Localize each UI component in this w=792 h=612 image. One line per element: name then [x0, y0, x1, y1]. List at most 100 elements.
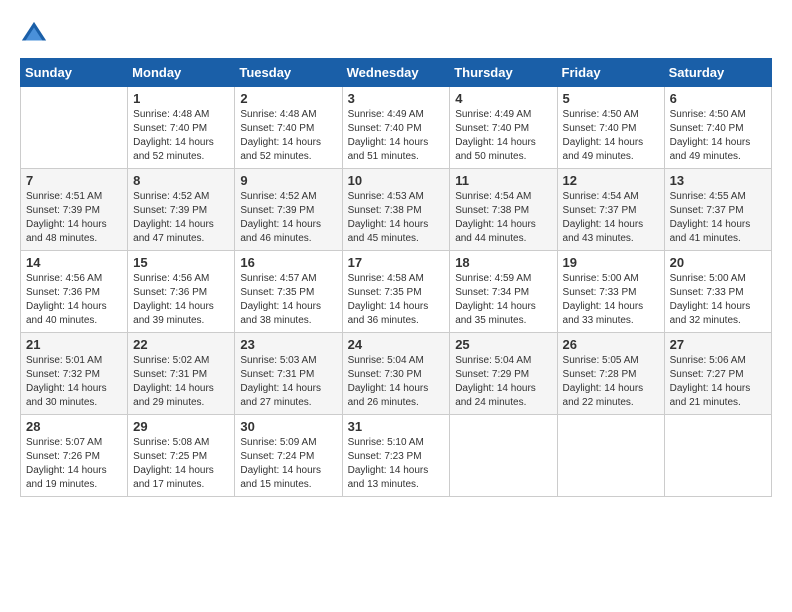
- day-info: Sunrise: 4:53 AMSunset: 7:38 PMDaylight:…: [348, 190, 445, 246]
- calendar-week-1: 1 Sunrise: 4:48 AMSunset: 7:40 PMDayligh…: [21, 87, 772, 169]
- day-number: 28: [26, 419, 122, 434]
- day-number: 16: [240, 255, 336, 270]
- day-number: 13: [670, 173, 766, 188]
- logo-icon: [20, 20, 48, 48]
- day-number: 12: [563, 173, 659, 188]
- calendar-cell: 18 Sunrise: 4:59 AMSunset: 7:34 PMDaylig…: [450, 251, 557, 333]
- day-info: Sunrise: 5:06 AMSunset: 7:27 PMDaylight:…: [670, 354, 766, 410]
- day-info: Sunrise: 5:04 AMSunset: 7:29 PMDaylight:…: [455, 354, 551, 410]
- calendar-cell: 19 Sunrise: 5:00 AMSunset: 7:33 PMDaylig…: [557, 251, 664, 333]
- day-number: 5: [563, 91, 659, 106]
- calendar-cell: 31 Sunrise: 5:10 AMSunset: 7:23 PMDaylig…: [342, 415, 450, 497]
- calendar-cell: 27 Sunrise: 5:06 AMSunset: 7:27 PMDaylig…: [664, 333, 771, 415]
- day-number: 3: [348, 91, 445, 106]
- calendar-cell: 11 Sunrise: 4:54 AMSunset: 7:38 PMDaylig…: [450, 169, 557, 251]
- day-info: Sunrise: 4:48 AMSunset: 7:40 PMDaylight:…: [240, 108, 336, 164]
- day-number: 15: [133, 255, 229, 270]
- day-info: Sunrise: 5:00 AMSunset: 7:33 PMDaylight:…: [670, 272, 766, 328]
- day-number: 25: [455, 337, 551, 352]
- calendar-cell: 10 Sunrise: 4:53 AMSunset: 7:38 PMDaylig…: [342, 169, 450, 251]
- day-info: Sunrise: 4:55 AMSunset: 7:37 PMDaylight:…: [670, 190, 766, 246]
- calendar-cell: 21 Sunrise: 5:01 AMSunset: 7:32 PMDaylig…: [21, 333, 128, 415]
- day-info: Sunrise: 4:49 AMSunset: 7:40 PMDaylight:…: [455, 108, 551, 164]
- day-number: 20: [670, 255, 766, 270]
- calendar-week-5: 28 Sunrise: 5:07 AMSunset: 7:26 PMDaylig…: [21, 415, 772, 497]
- calendar-cell: 12 Sunrise: 4:54 AMSunset: 7:37 PMDaylig…: [557, 169, 664, 251]
- day-number: 9: [240, 173, 336, 188]
- page-header: [20, 20, 772, 48]
- logo: [20, 20, 52, 48]
- calendar-cell: 17 Sunrise: 4:58 AMSunset: 7:35 PMDaylig…: [342, 251, 450, 333]
- day-info: Sunrise: 5:09 AMSunset: 7:24 PMDaylight:…: [240, 436, 336, 492]
- weekday-header-thursday: Thursday: [450, 59, 557, 87]
- weekday-header-saturday: Saturday: [664, 59, 771, 87]
- day-info: Sunrise: 4:51 AMSunset: 7:39 PMDaylight:…: [26, 190, 122, 246]
- calendar-table: SundayMondayTuesdayWednesdayThursdayFrid…: [20, 58, 772, 497]
- day-number: 22: [133, 337, 229, 352]
- calendar-cell: 2 Sunrise: 4:48 AMSunset: 7:40 PMDayligh…: [235, 87, 342, 169]
- calendar-cell: 1 Sunrise: 4:48 AMSunset: 7:40 PMDayligh…: [128, 87, 235, 169]
- calendar-week-4: 21 Sunrise: 5:01 AMSunset: 7:32 PMDaylig…: [21, 333, 772, 415]
- day-number: 21: [26, 337, 122, 352]
- day-info: Sunrise: 5:03 AMSunset: 7:31 PMDaylight:…: [240, 354, 336, 410]
- day-number: 19: [563, 255, 659, 270]
- calendar-cell: 28 Sunrise: 5:07 AMSunset: 7:26 PMDaylig…: [21, 415, 128, 497]
- day-info: Sunrise: 5:10 AMSunset: 7:23 PMDaylight:…: [348, 436, 445, 492]
- calendar-week-3: 14 Sunrise: 4:56 AMSunset: 7:36 PMDaylig…: [21, 251, 772, 333]
- day-number: 1: [133, 91, 229, 106]
- day-number: 10: [348, 173, 445, 188]
- weekday-header-sunday: Sunday: [21, 59, 128, 87]
- day-info: Sunrise: 5:08 AMSunset: 7:25 PMDaylight:…: [133, 436, 229, 492]
- day-info: Sunrise: 4:56 AMSunset: 7:36 PMDaylight:…: [26, 272, 122, 328]
- calendar-cell: 3 Sunrise: 4:49 AMSunset: 7:40 PMDayligh…: [342, 87, 450, 169]
- calendar-cell: 6 Sunrise: 4:50 AMSunset: 7:40 PMDayligh…: [664, 87, 771, 169]
- day-info: Sunrise: 5:01 AMSunset: 7:32 PMDaylight:…: [26, 354, 122, 410]
- calendar-cell: [21, 87, 128, 169]
- calendar-cell: 16 Sunrise: 4:57 AMSunset: 7:35 PMDaylig…: [235, 251, 342, 333]
- calendar-cell: 5 Sunrise: 4:50 AMSunset: 7:40 PMDayligh…: [557, 87, 664, 169]
- calendar-cell: 14 Sunrise: 4:56 AMSunset: 7:36 PMDaylig…: [21, 251, 128, 333]
- weekday-header-row: SundayMondayTuesdayWednesdayThursdayFrid…: [21, 59, 772, 87]
- day-info: Sunrise: 4:58 AMSunset: 7:35 PMDaylight:…: [348, 272, 445, 328]
- day-info: Sunrise: 4:59 AMSunset: 7:34 PMDaylight:…: [455, 272, 551, 328]
- day-info: Sunrise: 4:48 AMSunset: 7:40 PMDaylight:…: [133, 108, 229, 164]
- calendar-cell: 30 Sunrise: 5:09 AMSunset: 7:24 PMDaylig…: [235, 415, 342, 497]
- day-number: 30: [240, 419, 336, 434]
- day-number: 31: [348, 419, 445, 434]
- calendar-cell: 4 Sunrise: 4:49 AMSunset: 7:40 PMDayligh…: [450, 87, 557, 169]
- weekday-header-friday: Friday: [557, 59, 664, 87]
- day-number: 29: [133, 419, 229, 434]
- calendar-cell: 9 Sunrise: 4:52 AMSunset: 7:39 PMDayligh…: [235, 169, 342, 251]
- calendar-cell: [557, 415, 664, 497]
- day-number: 17: [348, 255, 445, 270]
- calendar-week-2: 7 Sunrise: 4:51 AMSunset: 7:39 PMDayligh…: [21, 169, 772, 251]
- weekday-header-tuesday: Tuesday: [235, 59, 342, 87]
- calendar-cell: 15 Sunrise: 4:56 AMSunset: 7:36 PMDaylig…: [128, 251, 235, 333]
- day-info: Sunrise: 4:54 AMSunset: 7:38 PMDaylight:…: [455, 190, 551, 246]
- day-info: Sunrise: 4:50 AMSunset: 7:40 PMDaylight:…: [670, 108, 766, 164]
- calendar-cell: 8 Sunrise: 4:52 AMSunset: 7:39 PMDayligh…: [128, 169, 235, 251]
- day-info: Sunrise: 4:54 AMSunset: 7:37 PMDaylight:…: [563, 190, 659, 246]
- weekday-header-monday: Monday: [128, 59, 235, 87]
- day-info: Sunrise: 5:04 AMSunset: 7:30 PMDaylight:…: [348, 354, 445, 410]
- day-info: Sunrise: 4:50 AMSunset: 7:40 PMDaylight:…: [563, 108, 659, 164]
- day-info: Sunrise: 4:49 AMSunset: 7:40 PMDaylight:…: [348, 108, 445, 164]
- day-info: Sunrise: 5:07 AMSunset: 7:26 PMDaylight:…: [26, 436, 122, 492]
- calendar-cell: 7 Sunrise: 4:51 AMSunset: 7:39 PMDayligh…: [21, 169, 128, 251]
- day-number: 26: [563, 337, 659, 352]
- calendar-cell: 13 Sunrise: 4:55 AMSunset: 7:37 PMDaylig…: [664, 169, 771, 251]
- day-info: Sunrise: 4:52 AMSunset: 7:39 PMDaylight:…: [240, 190, 336, 246]
- calendar-cell: 29 Sunrise: 5:08 AMSunset: 7:25 PMDaylig…: [128, 415, 235, 497]
- calendar-cell: [664, 415, 771, 497]
- day-number: 6: [670, 91, 766, 106]
- day-number: 23: [240, 337, 336, 352]
- calendar-cell: [450, 415, 557, 497]
- calendar-cell: 26 Sunrise: 5:05 AMSunset: 7:28 PMDaylig…: [557, 333, 664, 415]
- day-info: Sunrise: 4:57 AMSunset: 7:35 PMDaylight:…: [240, 272, 336, 328]
- day-info: Sunrise: 5:00 AMSunset: 7:33 PMDaylight:…: [563, 272, 659, 328]
- day-info: Sunrise: 4:56 AMSunset: 7:36 PMDaylight:…: [133, 272, 229, 328]
- day-number: 18: [455, 255, 551, 270]
- calendar-cell: 22 Sunrise: 5:02 AMSunset: 7:31 PMDaylig…: [128, 333, 235, 415]
- day-number: 7: [26, 173, 122, 188]
- day-number: 2: [240, 91, 336, 106]
